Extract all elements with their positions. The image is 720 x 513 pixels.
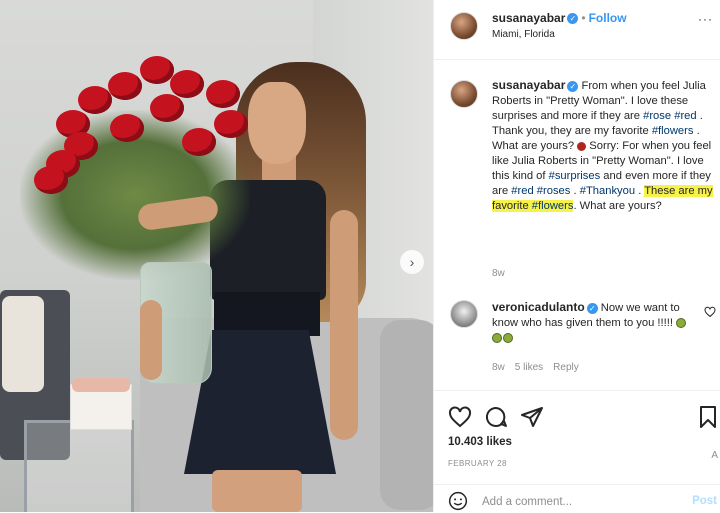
post-header: susanayabar ✓ • Follow Miami, Florida ··· xyxy=(434,0,720,60)
action-bar xyxy=(434,390,720,440)
comment-likes[interactable]: 5 likes xyxy=(515,362,543,373)
rose xyxy=(206,80,240,108)
hashtag-link[interactable]: #roses xyxy=(537,185,571,197)
next-photo-button[interactable]: › xyxy=(400,250,424,274)
verified-badge-icon: ✓ xyxy=(567,80,579,92)
comment-meta: 8w 5 likes Reply xyxy=(492,362,589,373)
woman-face xyxy=(248,82,306,164)
avatar[interactable] xyxy=(450,80,478,108)
rose xyxy=(182,128,216,156)
post-username[interactable]: susanayabar xyxy=(492,11,565,25)
follow-button[interactable]: Follow xyxy=(589,11,627,25)
post-location[interactable]: Miami, Florida xyxy=(492,29,555,40)
pink-roses xyxy=(72,378,130,392)
rose xyxy=(150,94,184,122)
avatar[interactable] xyxy=(450,300,478,328)
glass-table xyxy=(24,420,134,512)
post-date: FEBRUARY 28 xyxy=(448,459,507,468)
hashtag-link[interactable]: #flowers xyxy=(652,125,694,137)
rose xyxy=(78,86,112,114)
caption-segment: . What are yours? xyxy=(573,200,662,212)
rose xyxy=(170,70,204,98)
sofa-arm xyxy=(380,320,433,510)
grimace-emoji-icon xyxy=(503,333,513,344)
hashtag-link[interactable]: #red xyxy=(674,110,696,122)
verified-badge-icon: ✓ xyxy=(567,13,579,25)
comment-username[interactable]: veronicadulanto xyxy=(492,300,585,314)
heart-outline-icon[interactable] xyxy=(704,306,716,318)
add-comment-bar: Post xyxy=(434,484,720,513)
comment-input[interactable] xyxy=(482,491,662,513)
caption-text: susanayabar ✓ From when you feel Julia Ro… xyxy=(492,78,714,214)
post-panel: susanayabar ✓ • Follow Miami, Florida ··· s… xyxy=(433,0,720,513)
hashtag-link[interactable]: #flowers xyxy=(532,200,574,212)
header-line: susanayabar ✓ • Follow xyxy=(492,11,627,25)
separator-dot: • xyxy=(581,11,586,25)
comment-icon[interactable] xyxy=(484,405,508,429)
rose xyxy=(34,166,68,194)
share-icon[interactable] xyxy=(520,405,544,429)
post-comment-button[interactable]: Post xyxy=(692,495,717,507)
cropped-text: A xyxy=(711,450,718,461)
grimace-emoji-icon xyxy=(492,333,502,344)
rose xyxy=(214,110,248,138)
hashtag-link[interactable]: #red xyxy=(511,185,533,197)
grimace-emoji-icon xyxy=(676,318,687,329)
more-options-icon[interactable]: ··· xyxy=(698,12,713,26)
avatar[interactable] xyxy=(450,12,478,40)
rose xyxy=(140,56,174,84)
heart-icon[interactable] xyxy=(448,405,472,429)
chevron-right-icon: › xyxy=(409,254,415,270)
reply-button[interactable]: Reply xyxy=(553,362,579,373)
caption-time[interactable]: 8w xyxy=(492,268,505,279)
comment-time[interactable]: 8w xyxy=(492,362,505,373)
bookmark-icon[interactable] xyxy=(696,405,720,429)
comment-text: veronicadulanto ✓ Now we want to know who… xyxy=(492,300,692,346)
woman-forearm-left xyxy=(140,300,162,380)
rose-emoji-icon xyxy=(577,141,587,151)
caption-username[interactable]: susanayabar xyxy=(492,78,565,92)
woman-legs xyxy=(212,470,302,512)
background-pillow xyxy=(2,296,44,392)
rose xyxy=(110,114,144,142)
hashtag-link[interactable]: #Thankyou xyxy=(580,185,635,197)
verified-badge-icon: ✓ xyxy=(586,302,598,314)
emoji-icon[interactable] xyxy=(448,491,468,511)
hashtag-link[interactable]: #rose xyxy=(643,110,671,122)
rose xyxy=(108,72,142,100)
post-photo[interactable]: › xyxy=(0,0,433,512)
likes-count[interactable]: 10.403 likes xyxy=(448,436,512,448)
woman-corset xyxy=(214,292,320,336)
woman-arm-right xyxy=(330,210,358,440)
hashtag-link[interactable]: #surprises xyxy=(549,170,601,182)
